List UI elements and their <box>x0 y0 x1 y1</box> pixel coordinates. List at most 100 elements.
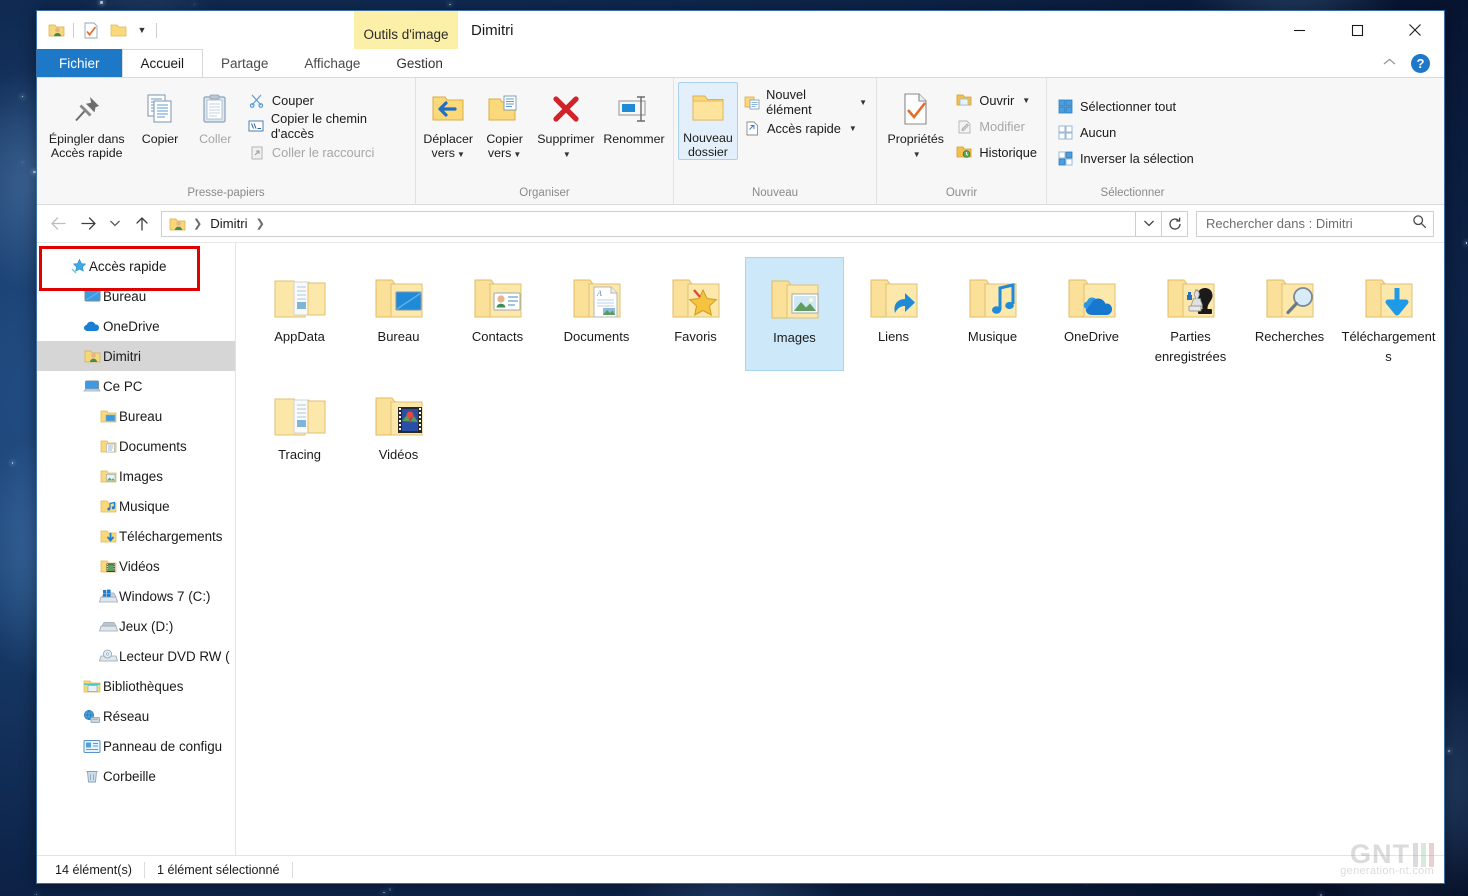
sidebar-item-acces-rapide[interactable]: Accès rapide <box>37 251 235 281</box>
file-item-recherches[interactable]: Recherches <box>1240 257 1339 371</box>
breadcrumb-root-icon[interactable] <box>166 216 189 232</box>
help-button[interactable]: ? <box>1411 53 1430 73</box>
deplacer-line1: Déplacer <box>423 132 473 146</box>
ribbon-button-copier[interactable]: Copier <box>132 84 187 146</box>
folder-saved-games-icon <box>1161 263 1221 323</box>
file-item-favoris[interactable]: Favoris <box>646 257 745 371</box>
tab-partage[interactable]: Partage <box>203 49 286 77</box>
ribbon-button-modifier[interactable]: Modifier <box>950 114 1042 138</box>
minimize-button[interactable] <box>1270 11 1328 49</box>
ribbon-button-supprimer[interactable]: Supprimer ▼ <box>533 84 599 162</box>
tab-accueil[interactable]: Accueil <box>121 49 204 77</box>
file-item-parties-enregistrees[interactable]: Parties enregistrées <box>1141 257 1240 371</box>
breadcrumb-separator-2[interactable]: ❯ <box>254 217 267 230</box>
file-item-documents[interactable]: A Documents <box>547 257 646 371</box>
breadcrumb-dimitri[interactable]: Dimitri <box>206 216 251 231</box>
file-item-tracing[interactable]: Tracing <box>250 375 349 469</box>
sidebar-item-videos[interactable]: Vidéos <box>37 551 235 581</box>
ribbon-button-deplacer-vers[interactable]: Déplacer vers ▼ <box>420 84 476 162</box>
sidebar-item-ce-pc[interactable]: Ce PC <box>37 371 235 401</box>
maximize-button[interactable] <box>1328 11 1386 49</box>
address-dropdown-button[interactable] <box>1136 210 1162 237</box>
sidebar-item-images[interactable]: Images <box>37 461 235 491</box>
file-item-musique[interactable]: Musique <box>943 257 1042 371</box>
chevron-down-icon-2[interactable]: ▼ <box>849 124 857 133</box>
up-button[interactable] <box>127 210 157 238</box>
ribbon-button-copier-vers[interactable]: Copier vers ▼ <box>476 84 532 162</box>
folder-onedrive-icon <box>1062 263 1122 323</box>
back-button[interactable] <box>43 210 73 238</box>
couper-label: Couper <box>271 92 314 108</box>
sidebar-item-corbeille[interactable]: Corbeille <box>37 761 235 791</box>
breadcrumb-separator-1[interactable]: ❯ <box>191 217 204 230</box>
tab-gestion[interactable]: Gestion <box>378 49 461 77</box>
coller-raccourci-label: Coller le raccourci <box>271 144 375 160</box>
user-folder-icon[interactable] <box>46 20 66 40</box>
search-input[interactable]: Rechercher dans : Dimitri <box>1206 216 1412 231</box>
ribbon-button-couper[interactable]: Couper <box>243 88 411 112</box>
search-icon[interactable] <box>1412 214 1427 234</box>
ribbon-button-nouveau-dossier[interactable]: Nouveau dossier <box>678 82 738 160</box>
sidebar-item-musique[interactable]: Musique <box>37 491 235 521</box>
customize-caret-icon[interactable]: ▼ <box>135 25 149 35</box>
sidebar-item-lecteur-dvd[interactable]: Lecteur DVD RW ( <box>37 641 235 671</box>
ribbon-button-coller[interactable]: Coller <box>188 84 243 146</box>
sidebar-item-dimitri[interactable]: Dimitri <box>37 341 235 371</box>
file-item-appdata[interactable]: AppData <box>250 257 349 371</box>
ribbon-button-copier-chemin[interactable]: Copier le chemin d'accès <box>243 111 411 141</box>
ribbon-button-epingler-acces-rapide[interactable]: Épingler dans Accès rapide <box>41 84 132 160</box>
new-folder-icon <box>690 87 726 129</box>
sidebar-item-panneau-config[interactable]: Panneau de configu <box>37 731 235 761</box>
sidebar-item-documents[interactable]: Documents <box>37 431 235 461</box>
folder-documents-icon <box>97 439 119 454</box>
close-button[interactable] <box>1386 11 1444 49</box>
sidebar-item-jeux-d[interactable]: Jeux (D:) <box>37 611 235 641</box>
ribbon-button-acces-rapide[interactable]: Accès rapide ▼ <box>738 116 872 140</box>
breadcrumb-bar[interactable]: ❯ Dimitri ❯ <box>161 210 1136 237</box>
tab-fichier[interactable]: Fichier <box>37 49 122 77</box>
sidebar-item-bureau[interactable]: Bureau <box>37 401 235 431</box>
ribbon-button-coller-raccourci[interactable]: Coller le raccourci <box>243 140 411 164</box>
sidebar-item-bureau-qa[interactable]: Bureau <box>37 281 235 311</box>
properties-icon[interactable] <box>81 20 101 40</box>
sidebar-item-onedrive[interactable]: OneDrive <box>37 311 235 341</box>
file-label-appdata: AppData <box>274 329 325 344</box>
file-list-pane[interactable]: AppData Bureau Contacts A Documents Favo… <box>236 243 1444 855</box>
refresh-button[interactable] <box>1162 210 1188 237</box>
file-item-telechargements[interactable]: Téléchargements <box>1339 257 1438 371</box>
file-item-contacts[interactable]: Contacts <box>448 257 547 371</box>
ribbon-button-aucun[interactable]: Aucun <box>1051 120 1199 144</box>
ribbon-button-inverser-selection[interactable]: Inverser la sélection <box>1051 146 1199 170</box>
search-box[interactable]: Rechercher dans : Dimitri <box>1196 210 1434 237</box>
properties-check-icon <box>901 88 931 130</box>
ribbon-button-proprietes[interactable]: Propriétés ▼ <box>881 84 950 162</box>
file-item-images[interactable]: Images <box>745 257 844 371</box>
copy-icon <box>143 88 177 130</box>
new-folder-icon[interactable] <box>108 20 128 40</box>
sidebar-item-reseau[interactable]: Réseau <box>37 701 235 731</box>
ribbon-button-nouvel-element[interactable]: Nouvel élément ▼ <box>738 87 872 117</box>
sidebar-item-telechargements[interactable]: Téléchargements <box>37 521 235 551</box>
folder-music-icon <box>97 499 119 514</box>
aucun-label: Aucun <box>1080 124 1117 140</box>
sidebar-item-bibliotheques[interactable]: Bibliothèques <box>37 671 235 701</box>
recent-locations-button[interactable] <box>103 210 127 238</box>
chevron-down-icon-3[interactable]: ▼ <box>1022 96 1030 105</box>
ribbon-button-renommer[interactable]: Renommer <box>599 84 669 146</box>
sidebar-item-windows7-c[interactable]: Windows 7 (C:) <box>37 581 235 611</box>
sidebar-label-dimitri: Dimitri <box>103 348 141 364</box>
tab-affichage[interactable]: Affichage <box>286 49 378 77</box>
qat-separator <box>73 22 74 38</box>
ribbon-button-historique[interactable]: Historique <box>950 140 1042 164</box>
file-item-onedrive[interactable]: OneDrive <box>1042 257 1141 371</box>
forward-button[interactable] <box>73 210 103 238</box>
epingler-line2: Accès rapide <box>50 146 123 160</box>
file-item-bureau[interactable]: Bureau <box>349 257 448 371</box>
ribbon-button-selectionner-tout[interactable]: Sélectionner tout <box>1051 94 1199 118</box>
ribbon-button-ouvrir[interactable]: Ouvrir ▼ <box>950 88 1042 112</box>
file-item-videos[interactable]: Vidéos <box>349 375 448 469</box>
file-item-liens[interactable]: Liens <box>844 257 943 371</box>
collapse-ribbon-button[interactable] <box>1382 54 1397 72</box>
chevron-down-icon[interactable]: ▼ <box>859 98 867 107</box>
desktop-icon <box>81 289 103 304</box>
